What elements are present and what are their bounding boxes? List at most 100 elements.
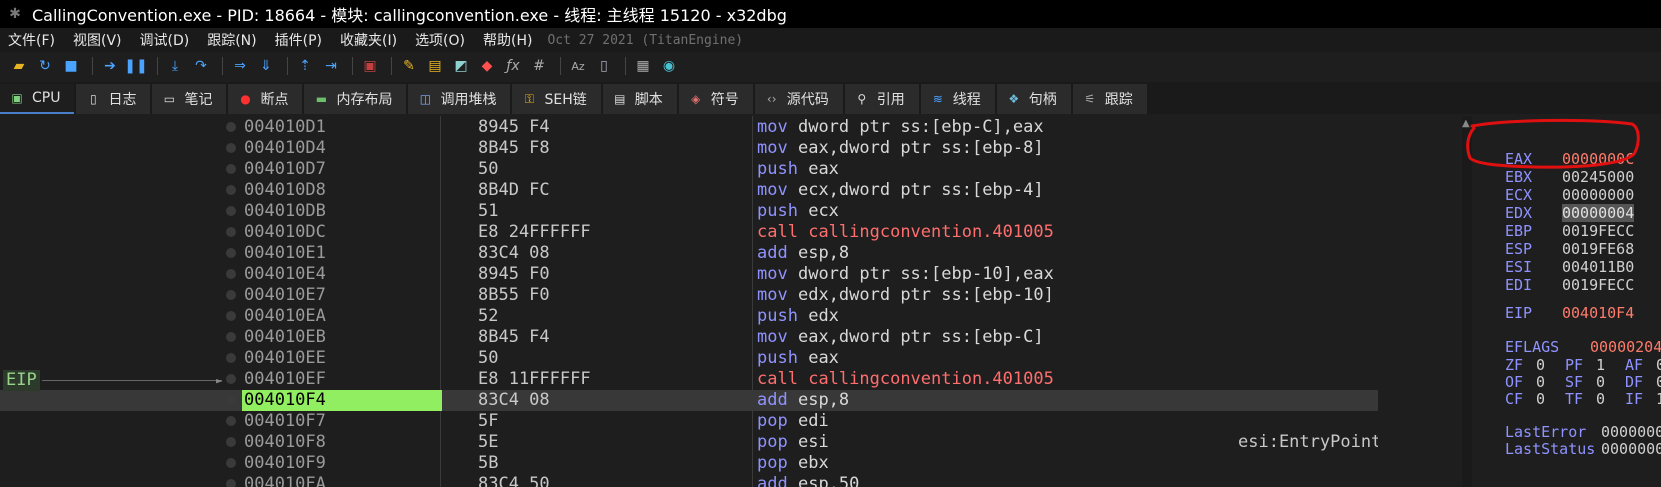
tab-seh[interactable]: ⚿ SEH链 <box>512 84 601 114</box>
menu-trace[interactable]: 跟踪(N) <box>198 30 265 50</box>
comment-icon[interactable]: ▤ <box>424 55 446 77</box>
menu-view[interactable]: 视图(V) <box>64 30 131 50</box>
execute-till-return-icon[interactable]: ⇡ <box>294 55 316 77</box>
flag-value[interactable]: 0 <box>1656 356 1661 374</box>
breakpoint-toggle-icon[interactable] <box>226 353 236 363</box>
breakpoint-toggle-icon[interactable] <box>226 206 236 216</box>
stop-icon[interactable]: ■ <box>60 55 82 77</box>
breakpoint-toggle-icon[interactable] <box>226 248 236 258</box>
flag-value[interactable]: 0 <box>1596 373 1605 391</box>
disasm-row-current[interactable]: 004010F4 83C4 08 add esp,8 <box>0 390 1378 411</box>
pause-icon[interactable]: ❚❚ <box>124 55 147 77</box>
breakpoint-toggle-icon[interactable] <box>226 185 236 195</box>
script-icon[interactable]: ▣ <box>359 55 381 77</box>
menu-debug[interactable]: 调试(D) <box>131 30 199 50</box>
run-icon[interactable]: ➔ <box>99 55 121 77</box>
tab-script[interactable]: ▤ 脚本 <box>602 84 677 114</box>
tab-breakpoints[interactable]: ● 断点 <box>228 84 303 114</box>
disasm-row[interactable]: 004010EE 50 push eax <box>0 348 1378 369</box>
register-value[interactable]: 00000004 <box>1562 204 1635 222</box>
disassembly-scrollbar[interactable] <box>1462 116 1472 487</box>
tab-notes[interactable]: ▭ 笔记 <box>152 84 227 114</box>
register-value[interactable]: 00245000 <box>1562 168 1634 186</box>
disasm-row[interactable]: 004010E1 83C4 08 add esp,8 <box>0 243 1378 264</box>
register-value[interactable]: 004011B0 <box>1562 258 1634 276</box>
label-icon[interactable]: ◩ <box>450 55 472 77</box>
register-value[interactable]: 004010F4 <box>1562 304 1634 322</box>
disasm-row[interactable]: 004010D1 8945 F4 mov dword ptr ss:[ebp-C],… <box>0 117 1378 138</box>
strings-icon[interactable]: Az <box>567 55 589 77</box>
tab-threads[interactable]: ≋ 线程 <box>920 84 995 114</box>
breakpoint-toggle-icon[interactable] <box>226 143 236 153</box>
trace-over-icon[interactable]: ⇓ <box>255 55 277 77</box>
tab-cpu[interactable]: ▣ CPU <box>0 84 75 114</box>
disasm-row[interactable]: 004010E7 8B55 F0 mov edx,dword ptr ss:[ebp… <box>0 285 1378 306</box>
disasm-row[interactable]: 004010DC E8 24FFFFFF call callingconventio… <box>0 222 1378 243</box>
breakpoint-toggle-icon[interactable] <box>226 122 236 132</box>
register-value[interactable]: 00000204 <box>1590 338 1661 356</box>
menu-plugins[interactable]: 插件(P) <box>266 30 331 50</box>
highlight-icon[interactable]: ✎ <box>398 55 420 77</box>
register-value[interactable]: 0019FECC <box>1562 276 1634 294</box>
register-value[interactable]: 0019FECC <box>1562 222 1634 240</box>
disassembly-view[interactable]: 004010D1 8945 F4 mov dword ptr ss:[ebp-C],… <box>0 116 1378 487</box>
disasm-row[interactable]: 004010D8 8B4D FC mov ecx,dword ptr ss:[ebp… <box>0 180 1378 201</box>
restart-icon[interactable]: ↻ <box>34 55 56 77</box>
bookmark-icon[interactable]: ◆ <box>476 55 498 77</box>
patch-icon[interactable]: ▯ <box>593 55 615 77</box>
flag-value[interactable]: 0 <box>1596 390 1605 408</box>
breakpoint-toggle-icon[interactable] <box>226 269 236 279</box>
disasm-row[interactable]: 004010F9 5B pop ebx <box>0 453 1378 474</box>
menu-file[interactable]: 文件(F) <box>0 30 64 50</box>
tab-call-stack[interactable]: ◫ 调用堆栈 <box>408 84 511 114</box>
disasm-row[interactable]: 004010E4 8945 F0 mov dword ptr ss:[ebp-10]… <box>0 264 1378 285</box>
breakpoint-toggle-icon[interactable] <box>226 227 236 237</box>
step-into-icon[interactable]: ⤓ <box>164 55 186 77</box>
breakpoint-toggle-icon[interactable] <box>226 437 236 447</box>
flag-value[interactable]: 1 <box>1596 356 1605 374</box>
register-value[interactable]: 0019FE68 <box>1562 240 1634 258</box>
breakpoint-toggle-icon[interactable] <box>226 332 236 342</box>
breakpoint-toggle-icon[interactable] <box>226 290 236 300</box>
menu-help[interactable]: 帮助(H) <box>474 30 541 50</box>
disasm-row[interactable]: 004010F7 5F pop edi <box>0 411 1378 432</box>
step-over-icon[interactable]: ↷ <box>190 55 212 77</box>
tab-source[interactable]: ‹› 源代码 <box>754 84 843 114</box>
disasm-row[interactable]: 004010FA 83C4 50 add esp,50 <box>0 474 1378 487</box>
hash-icon[interactable]: # <box>528 55 550 77</box>
register-value[interactable]: 00000000 <box>1562 186 1634 204</box>
last-status-value[interactable]: 0000000 <box>1601 440 1661 458</box>
function-icon[interactable]: ƒx <box>502 55 524 77</box>
breakpoint-toggle-icon[interactable] <box>226 479 236 487</box>
last-error-value[interactable]: 0000000 <box>1601 423 1661 441</box>
globe-icon[interactable]: ◉ <box>658 55 680 77</box>
disasm-row[interactable]: 004010D7 50 push eax <box>0 159 1378 180</box>
open-icon[interactable]: ▰ <box>8 55 30 77</box>
flag-value[interactable]: 1 <box>1656 390 1661 408</box>
menu-options[interactable]: 选项(O) <box>406 30 474 50</box>
breakpoint-toggle-icon[interactable] <box>226 164 236 174</box>
disasm-row[interactable]: 004010F8 5E pop esi esi:EntryPoint <box>0 432 1378 453</box>
flag-value[interactable]: 0 <box>1536 356 1545 374</box>
flag-value[interactable]: 0 <box>1536 390 1545 408</box>
disasm-row[interactable]: 004010EA 52 push edx <box>0 306 1378 327</box>
breakpoint-toggle-icon[interactable] <box>226 311 236 321</box>
tab-symbols[interactable]: ◈ 符号 <box>678 84 753 114</box>
tab-references[interactable]: ⚲ 引用 <box>844 84 919 114</box>
flag-value[interactable]: 0 <box>1656 373 1661 391</box>
tab-trace[interactable]: ⚟ 跟踪 <box>1072 84 1147 114</box>
breakpoint-toggle-icon[interactable] <box>226 458 236 468</box>
menu-favourites[interactable]: 收藏夹(I) <box>331 30 406 50</box>
trace-into-icon[interactable]: ⇒ <box>229 55 251 77</box>
disasm-row[interactable]: 004010DB 51 push ecx <box>0 201 1378 222</box>
tab-log[interactable]: ▯ 日志 <box>76 84 151 114</box>
disasm-row[interactable]: 004010D4 8B45 F8 mov eax,dword ptr ss:[ebp… <box>0 138 1378 159</box>
flag-value[interactable]: 0 <box>1536 373 1545 391</box>
breakpoint-toggle-icon[interactable] <box>226 416 236 426</box>
registers-panel[interactable]: EAX 0000000C EBX 00245000 ECX 00000000 EDX 0000… <box>1476 116 1661 487</box>
breakpoint-toggle-icon[interactable] <box>226 395 236 405</box>
tab-memory-map[interactable]: ▬ 内存布局 <box>304 84 407 114</box>
calculator-icon[interactable]: ▦ <box>632 55 654 77</box>
breakpoint-toggle-icon[interactable] <box>226 374 236 384</box>
disasm-row[interactable]: 004010EB 8B45 F4 mov eax,dword ptr ss:[ebp… <box>0 327 1378 348</box>
